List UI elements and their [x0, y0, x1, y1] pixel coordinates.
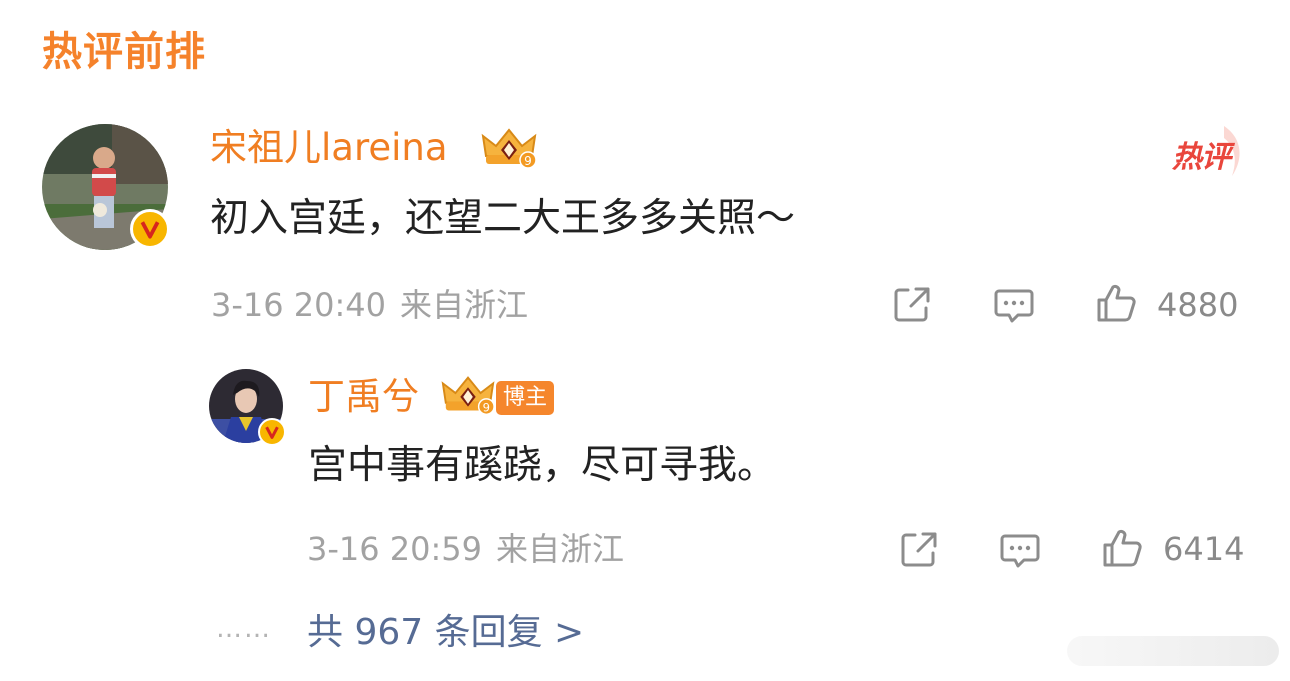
- like-icon[interactable]: [1101, 527, 1143, 569]
- comment-text: 初入宫廷，还望二大王多多关照～: [210, 196, 796, 241]
- reply-text: 宫中事有蹊跷，尽可寻我。: [308, 443, 777, 488]
- reply-meta: 3-16 20:59 来自浙江: [307, 529, 624, 569]
- scrollbar-thumb[interactable]: [1067, 636, 1279, 666]
- like-count: 4880: [1157, 286, 1239, 324]
- crown-icon: 9: [480, 126, 538, 170]
- more-replies-link[interactable]: 共 967 条回复 >: [307, 610, 584, 656]
- like-count: 6414: [1163, 530, 1245, 568]
- reply-source: 来自浙江: [496, 530, 625, 568]
- section-title: 热评前排: [42, 29, 206, 75]
- reply-username[interactable]: 丁禹兮: [308, 374, 419, 420]
- comment-meta: 3-16 20:40 来自浙江: [211, 285, 528, 325]
- comment-source: 来自浙江: [400, 286, 529, 324]
- hot-comment-tag: 热评: [1168, 120, 1248, 180]
- comment-icon[interactable]: [999, 529, 1041, 571]
- verified-v-icon: [258, 418, 286, 446]
- share-icon[interactable]: [898, 528, 940, 570]
- verified-v-icon: [130, 209, 170, 249]
- like-icon[interactable]: [1095, 282, 1137, 324]
- share-icon[interactable]: [891, 283, 933, 325]
- comment-username[interactable]: 宋祖儿lareina: [210, 125, 448, 171]
- blogger-badge: 博主: [496, 381, 554, 415]
- crown-icon: 9: [440, 373, 496, 417]
- reply-time: 3-16 20:59: [307, 530, 483, 568]
- dots-separator: ……: [216, 614, 272, 644]
- comment-time: 3-16 20:40: [211, 286, 387, 324]
- comment-icon[interactable]: [993, 284, 1035, 326]
- crown-level: 9: [483, 400, 490, 414]
- crown-level: 9: [524, 154, 532, 168]
